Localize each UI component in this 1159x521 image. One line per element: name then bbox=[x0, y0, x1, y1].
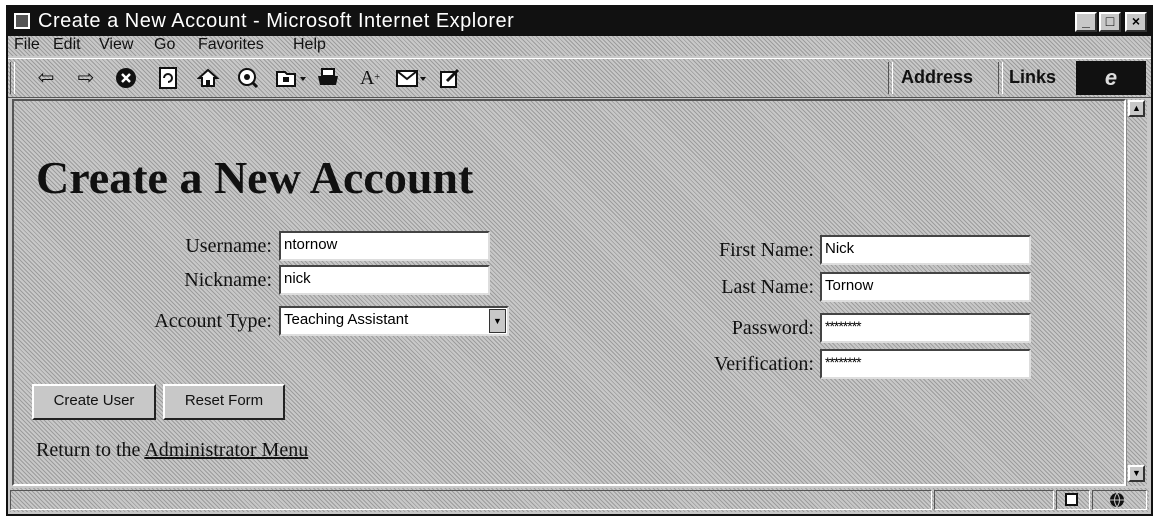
page-icon bbox=[1065, 493, 1078, 506]
status-zone-panel bbox=[1092, 490, 1147, 510]
maximize-button[interactable]: □ bbox=[1099, 12, 1121, 32]
browser-window: Create a New Account - Microsoft Interne… bbox=[6, 5, 1153, 516]
page-title: Create a New Account bbox=[36, 152, 474, 203]
password-label: Password: bbox=[731, 317, 814, 339]
username-label: Username: bbox=[185, 235, 272, 257]
reset-form-button[interactable]: Reset Form bbox=[163, 384, 285, 420]
window-title: Create a New Account - Microsoft Interne… bbox=[38, 10, 515, 32]
mail-icon[interactable] bbox=[392, 65, 432, 91]
password-input[interactable]: ******** bbox=[820, 313, 1031, 343]
print-icon[interactable] bbox=[314, 65, 342, 91]
edit-icon[interactable] bbox=[436, 65, 464, 91]
return-text: Return to the Administrator Menu bbox=[36, 439, 308, 462]
links-bar-label[interactable]: Links bbox=[1009, 67, 1056, 88]
ie-logo-icon: e bbox=[1076, 61, 1146, 95]
menu-edit[interactable]: Edit bbox=[53, 36, 81, 54]
verification-input[interactable]: ******** bbox=[820, 349, 1031, 379]
toolbar-grip[interactable] bbox=[10, 62, 15, 94]
globe-icon bbox=[1110, 492, 1124, 508]
return-prefix: Return to the bbox=[36, 439, 145, 461]
nickname-label: Nickname: bbox=[184, 269, 272, 291]
search-icon[interactable] bbox=[234, 65, 262, 91]
menu-go[interactable]: Go bbox=[154, 36, 175, 54]
username-input[interactable]: ntornow bbox=[279, 231, 490, 261]
menu-file[interactable]: File bbox=[14, 36, 40, 54]
administrator-menu-link[interactable]: Administrator Menu bbox=[144, 439, 308, 461]
create-user-button[interactable]: Create User bbox=[32, 384, 156, 420]
page-content: Create a New Account Username: ntornow N… bbox=[12, 99, 1126, 486]
account-type-select[interactable]: Teaching Assistant ▼ bbox=[279, 306, 509, 336]
address-bar-label[interactable]: Address bbox=[901, 67, 973, 88]
minimize-button[interactable]: _ bbox=[1075, 12, 1097, 32]
status-icon-panel bbox=[1056, 490, 1090, 510]
favorites-icon[interactable] bbox=[272, 65, 312, 91]
font-icon[interactable]: A+ bbox=[356, 65, 384, 91]
chevron-down-icon[interactable]: ▼ bbox=[489, 309, 506, 333]
home-icon[interactable] bbox=[194, 65, 222, 91]
nickname-input[interactable]: nick bbox=[279, 265, 490, 295]
links-grip[interactable] bbox=[998, 62, 1003, 94]
first-name-label: First Name: bbox=[719, 239, 814, 261]
refresh-icon[interactable] bbox=[154, 65, 182, 91]
back-icon[interactable]: ⇦ bbox=[32, 65, 60, 91]
address-grip[interactable] bbox=[888, 62, 893, 94]
last-name-input[interactable]: Tornow bbox=[820, 272, 1031, 302]
status-bar bbox=[10, 488, 1149, 512]
account-type-label: Account Type: bbox=[154, 310, 272, 332]
menu-favorites[interactable]: Favorites bbox=[198, 36, 264, 54]
close-button[interactable]: × bbox=[1125, 12, 1147, 32]
status-text-panel bbox=[10, 490, 932, 510]
toolbar: ⇦ ⇨ A+ Address Links e bbox=[8, 58, 1151, 98]
verification-label: Verification: bbox=[714, 353, 814, 375]
vertical-scrollbar[interactable]: ▲ ▼ bbox=[1126, 99, 1147, 486]
menu-help[interactable]: Help bbox=[293, 36, 326, 54]
account-type-value: Teaching Assistant bbox=[284, 311, 409, 328]
last-name-label: Last Name: bbox=[721, 276, 814, 298]
ie-window-icon[interactable] bbox=[14, 13, 30, 29]
menu-view[interactable]: View bbox=[99, 36, 133, 54]
scroll-down-icon[interactable]: ▼ bbox=[1128, 465, 1145, 482]
stop-icon[interactable] bbox=[112, 65, 140, 91]
forward-icon[interactable]: ⇨ bbox=[72, 65, 100, 91]
first-name-input[interactable]: Nick bbox=[820, 235, 1031, 265]
status-progress-panel bbox=[934, 490, 1054, 510]
title-bar[interactable]: Create a New Account - Microsoft Interne… bbox=[8, 7, 1151, 36]
scroll-up-icon[interactable]: ▲ bbox=[1128, 100, 1145, 117]
menu-bar: File Edit View Go Favorites Help bbox=[8, 36, 1151, 56]
